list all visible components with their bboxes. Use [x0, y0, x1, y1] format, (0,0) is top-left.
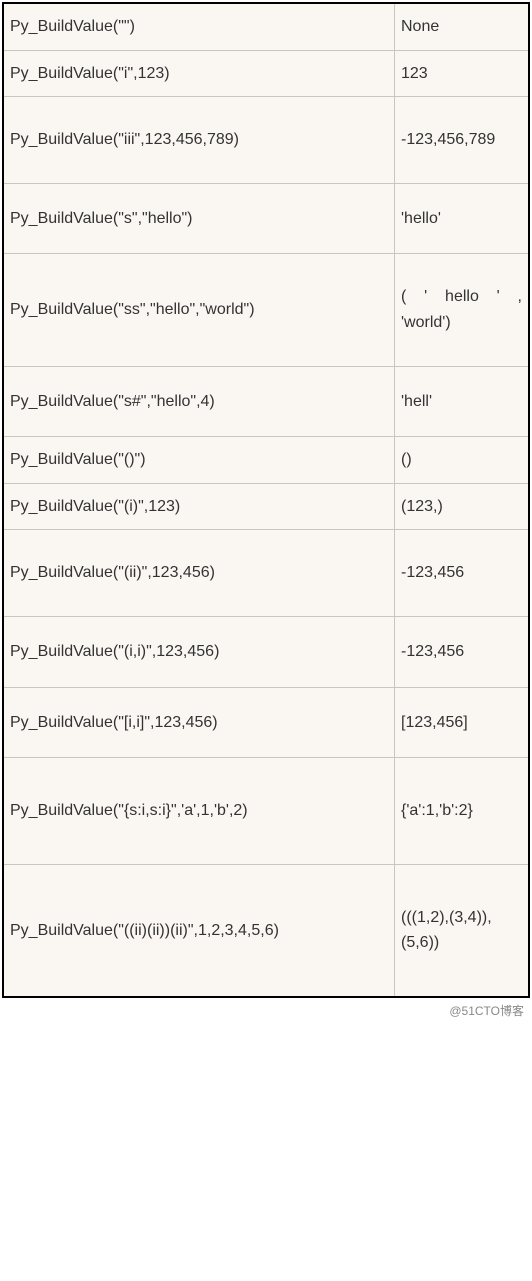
- call-cell: Py_BuildValue("()"): [3, 437, 395, 484]
- result-cell: 'hell': [395, 366, 530, 437]
- call-cell: Py_BuildValue("(i)",123): [3, 483, 395, 530]
- result-cell: {'a':1,'b':2}: [395, 758, 530, 865]
- call-cell: Py_BuildValue("(ii)",123,456): [3, 530, 395, 617]
- result-cell: -123,456,789: [395, 97, 530, 184]
- table-row: Py_BuildValue("ss","hello","world")( ' h…: [3, 254, 529, 366]
- result-cell: (): [395, 437, 530, 484]
- table-row: Py_BuildValue("s","hello")'hello': [3, 183, 529, 254]
- result-cell: None: [395, 3, 530, 50]
- table-row: Py_BuildValue("")None: [3, 3, 529, 50]
- result-cell: -123,456: [395, 530, 530, 617]
- table-row: Py_BuildValue("{s:i,s:i}",'a',1,'b',2){'…: [3, 758, 529, 865]
- table-row: Py_BuildValue("(i)",123)(123,): [3, 483, 529, 530]
- table-row: Py_BuildValue("(ii)",123,456)-123,456: [3, 530, 529, 617]
- watermark: @51CTO博客: [2, 998, 530, 1019]
- call-cell: Py_BuildValue("(i,i)",123,456): [3, 616, 395, 687]
- result-cell: ( ' hello ' , 'world'): [395, 254, 530, 366]
- result-cell: [123,456]: [395, 687, 530, 758]
- py-buildvalue-table: Py_BuildValue("")NonePy_BuildValue("i",1…: [2, 2, 530, 998]
- call-cell: Py_BuildValue("[i,i]",123,456): [3, 687, 395, 758]
- call-cell: Py_BuildValue("iii",123,456,789): [3, 97, 395, 184]
- call-cell: Py_BuildValue("i",123): [3, 50, 395, 97]
- table-row: Py_BuildValue("()")(): [3, 437, 529, 484]
- table-row: Py_BuildValue("s#","hello",4)'hell': [3, 366, 529, 437]
- call-cell: Py_BuildValue("s","hello"): [3, 183, 395, 254]
- call-cell: Py_BuildValue("s#","hello",4): [3, 366, 395, 437]
- table-row: Py_BuildValue("(i,i)",123,456)-123,456: [3, 616, 529, 687]
- result-cell: -123,456: [395, 616, 530, 687]
- result-cell: (((1,2),(3,4)),(5,6)): [395, 864, 530, 997]
- call-cell: Py_BuildValue("((ii)(ii))(ii)",1,2,3,4,5…: [3, 864, 395, 997]
- result-cell: 123: [395, 50, 530, 97]
- call-cell: Py_BuildValue(""): [3, 3, 395, 50]
- table-row: Py_BuildValue("((ii)(ii))(ii)",1,2,3,4,5…: [3, 864, 529, 997]
- result-cell: 'hello': [395, 183, 530, 254]
- result-cell: (123,): [395, 483, 530, 530]
- table-row: Py_BuildValue("[i,i]",123,456)[123,456]: [3, 687, 529, 758]
- call-cell: Py_BuildValue("{s:i,s:i}",'a',1,'b',2): [3, 758, 395, 865]
- call-cell: Py_BuildValue("ss","hello","world"): [3, 254, 395, 366]
- table-row: Py_BuildValue("iii",123,456,789)-123,456…: [3, 97, 529, 184]
- table-row: Py_BuildValue("i",123)123: [3, 50, 529, 97]
